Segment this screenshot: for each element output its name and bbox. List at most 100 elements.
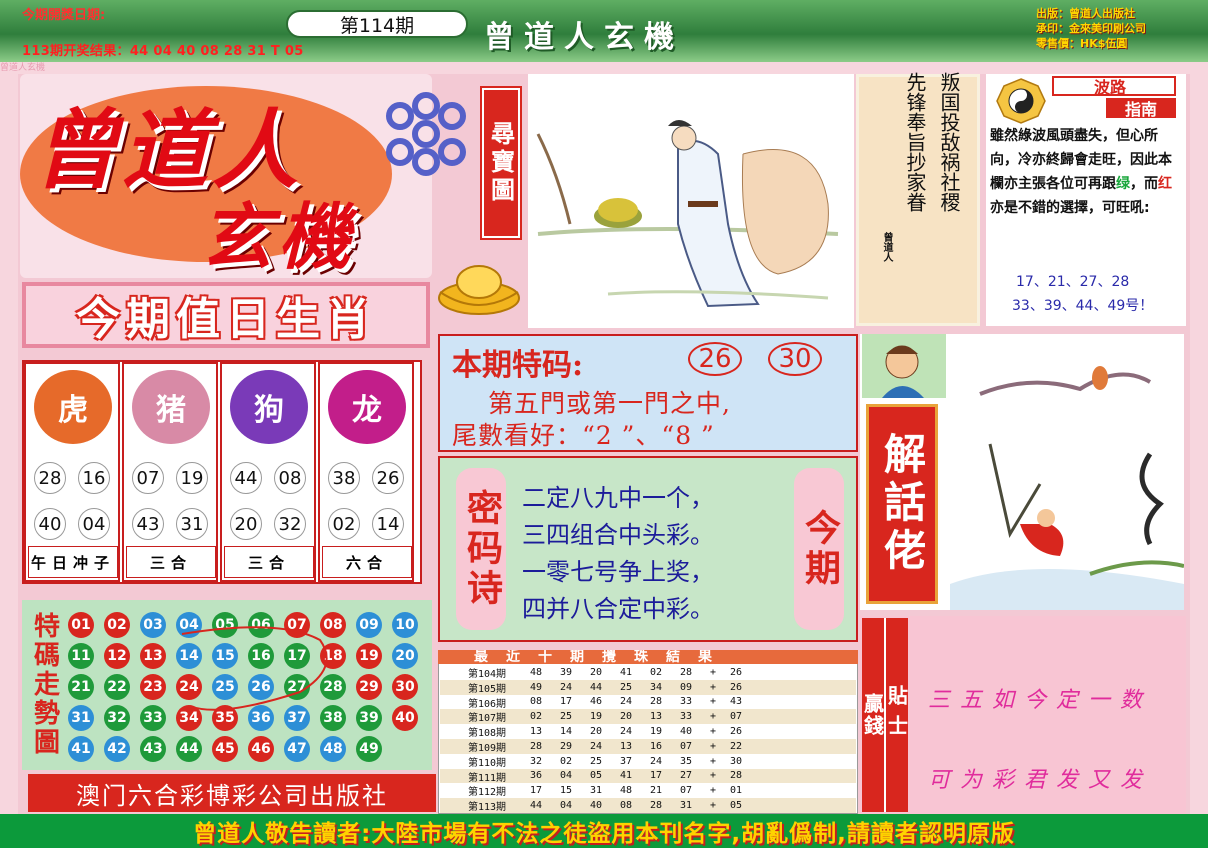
results-number: 07 [680,740,693,752]
zodiac-number: 14 [372,508,404,540]
trend-chart-title: 特碼走勢圖 [29,611,60,757]
results-number: 33 [680,711,693,723]
trend-ball: 30 [392,674,418,700]
trend-ball: 46 [248,736,274,762]
guide-numbers-line2: 33、39、44、49号！ [1012,298,1154,314]
zodiac-relation-label: 三合 [224,546,314,578]
results-row: 第113期 44 04 40 08 28 31 +05 [440,798,856,813]
publisher-info: 出版：曾道人出版社 承印：金來美印刷公司 零售價：HK$伍圓 [1036,6,1204,51]
results-number: 13 [530,726,543,738]
results-number: 31 [680,800,693,812]
trend-ball: 31 [68,705,94,731]
code-poem-line: 四并八合定中彩。 [522,595,714,623]
recent-results-header: 最近十期攪珠結果 [438,650,858,664]
banner-title: 曾道人玄機 [484,20,684,55]
results-number: 17 [530,785,543,797]
zodiac-number: 16 [78,462,110,494]
results-number: 13 [650,711,663,723]
results-number: 26 [730,726,743,738]
special-hint-line1: 第五門或第一門之中, [488,389,731,418]
results-number: + [710,800,717,812]
results-row: 第112期 17 15 31 48 21 07 +01 [440,783,856,798]
zodiac-number: 19 [176,462,208,494]
tiger-icon: 虎 [34,370,112,444]
zodiac-title: 今期值日生肖 [76,294,376,345]
zodiac-number: 20 [230,508,262,540]
trend-ball: 32 [104,705,130,731]
results-number: 16 [650,740,663,752]
guide-red-word: 红 [1158,176,1172,192]
results-number: 19 [650,726,663,738]
results-row: 第106期 08 17 46 24 28 33 +43 [440,694,856,710]
results-number: 28 [650,696,663,708]
results-number: 19 [590,711,603,723]
results-number: 48 [530,666,543,678]
results-number: 40 [590,800,603,812]
results-number: 08 [530,696,543,708]
special-code-title: 本期特码: [452,348,584,383]
zodiac-column-龙: 龙 38 26 02 14 六合 [318,362,414,582]
results-number: 01 [730,785,743,797]
results-number: + [710,785,717,797]
code-poem-line: 一零七号争上奖， [522,558,714,586]
code-poem-line: 三四组合中头彩。 [522,521,714,549]
results-row: 第108期 13 14 20 24 19 40 +26 [440,724,856,739]
special-number-2: 30 [768,342,822,376]
poem-line-right: 叛国投敌祸社稷 [937,72,961,212]
zodiac-relation-label: 六合 [322,546,412,578]
results-number: 48 [620,785,633,797]
results-number: 20 [590,726,603,738]
trend-ball: 01 [68,612,94,638]
results-number: 33 [680,696,693,708]
trend-ball: 43 [140,736,166,762]
results-number: 22 [730,740,743,752]
results-issue: 第111期 [468,772,507,784]
results-number: 20 [590,666,603,678]
guide-green-word: 绿 [1116,176,1130,192]
guide-numbers-line1: 17、21、27、28 [1016,274,1130,290]
guide-numbers: 17、21、27、28 33、39、44、49号！ [1012,270,1188,318]
code-poem-line: 二定八九中一个， [522,484,714,512]
zodiac-number: 07 [132,462,164,494]
results-number: 25 [620,681,633,693]
coin-rings-icon [386,92,466,176]
results-number: 07 [680,785,693,797]
results-number: 44 [530,800,543,812]
trend-ball: 03 [140,612,166,638]
results-number: 32 [530,755,543,767]
trend-ball: 47 [284,736,310,762]
poem-signature: 曾道人 [881,232,892,262]
zodiac-number: 08 [274,462,306,494]
treasure-map-tag: 尋寶圖 [480,86,522,240]
guide-text-post: 亦是不錯的選擇，可旺吼: [990,200,1150,216]
trend-ball: 48 [320,736,346,762]
results-row: 第104期 48 39 20 41 02 28 +26 [440,665,856,680]
this-issue-tag: 今期 [794,468,844,630]
results-number: 20 [620,711,633,723]
special-hint-line2: 尾數看好：“2 ”、“8 ” [452,421,715,450]
tips-line1: 三五如今定一数 [928,688,1153,713]
results-row: 第107期 02 25 19 20 13 33 +07 [440,709,856,724]
zodiac-number: 32 [274,508,306,540]
results-number: 36 [530,770,543,782]
trend-ball: 41 [68,736,94,762]
scholar-turtle-illustration [528,74,854,328]
old-man-illustration [862,334,946,398]
results-issue: 第110期 [468,757,507,769]
results-number: 02 [530,711,543,723]
trend-ball: 33 [140,705,166,731]
issue-badge: 第114期 [286,10,468,38]
river-scene-illustration [950,334,1184,610]
zodiac-number: 31 [176,508,208,540]
price-line: 零售價：HK$伍圓 [1036,37,1128,50]
zodiac-number: 04 [78,508,110,540]
trend-ball: 44 [176,736,202,762]
results-number: 28 [530,740,543,752]
trend-ball: 12 [104,643,130,669]
trend-ball: 21 [68,674,94,700]
results-number: 44 [590,681,603,693]
footer-notice: 曾道人敬告讀者:大陸市場有不法之徒盜用本刊名字,胡亂僞制,請讀者認明原版 [0,814,1208,848]
results-number: 05 [590,770,603,782]
results-number: 25 [590,755,603,767]
results-number: + [710,770,717,782]
